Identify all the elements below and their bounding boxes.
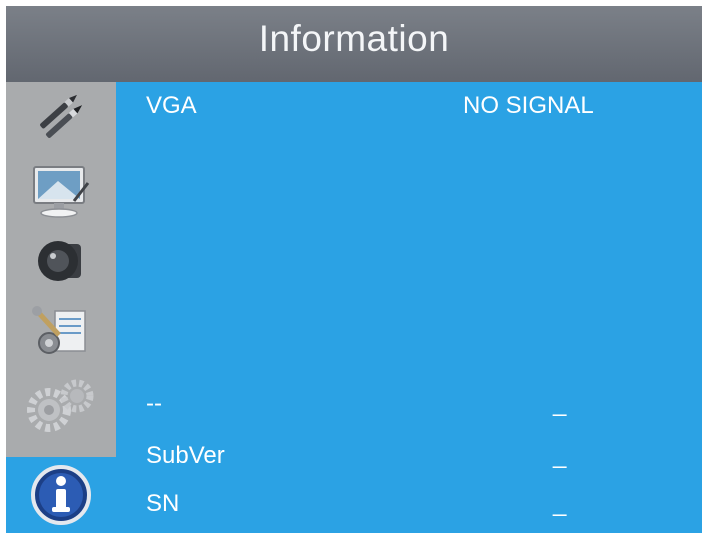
tools-icon (32, 306, 86, 354)
info-label: SN (146, 490, 180, 517)
info-value: _ (553, 442, 567, 469)
info-label: SubVer (146, 442, 225, 469)
sidebar-item-information[interactable] (6, 457, 116, 533)
info-row-vga: VGA NO SIGNAL (116, 84, 702, 124)
page-title: Information (258, 18, 450, 59)
info-label: VGA (146, 92, 197, 119)
info-icon (31, 465, 91, 525)
info-panel: VGA NO SIGNAL -- _ SubVer _ SN _ (116, 82, 702, 533)
osd-menu: Information VGA NO SIGNAL -- _ SubVer _ … (6, 6, 702, 533)
sidebar-item-setup[interactable] (6, 300, 116, 364)
info-row-sn: SN _ (116, 482, 702, 522)
sidebar-item-picture[interactable] (6, 84, 116, 148)
sidebar-item-advanced[interactable] (6, 374, 116, 438)
speaker-icon (38, 241, 81, 281)
info-row-subver: SubVer _ (116, 434, 702, 474)
sidebar-item-audio[interactable] (6, 228, 116, 292)
gears-icon (27, 379, 94, 432)
sidebar-item-display[interactable] (6, 159, 116, 223)
sidebar (6, 82, 116, 533)
monitor-icon (33, 166, 90, 218)
title-bar: Information (6, 6, 702, 82)
info-row-blank: -- _ (116, 382, 702, 422)
info-value: _ (553, 390, 567, 417)
info-label: -- (146, 390, 162, 417)
info-value: _ (553, 490, 567, 517)
info-value: NO SIGNAL (463, 92, 594, 119)
pencil-brushes-icon (40, 94, 83, 138)
